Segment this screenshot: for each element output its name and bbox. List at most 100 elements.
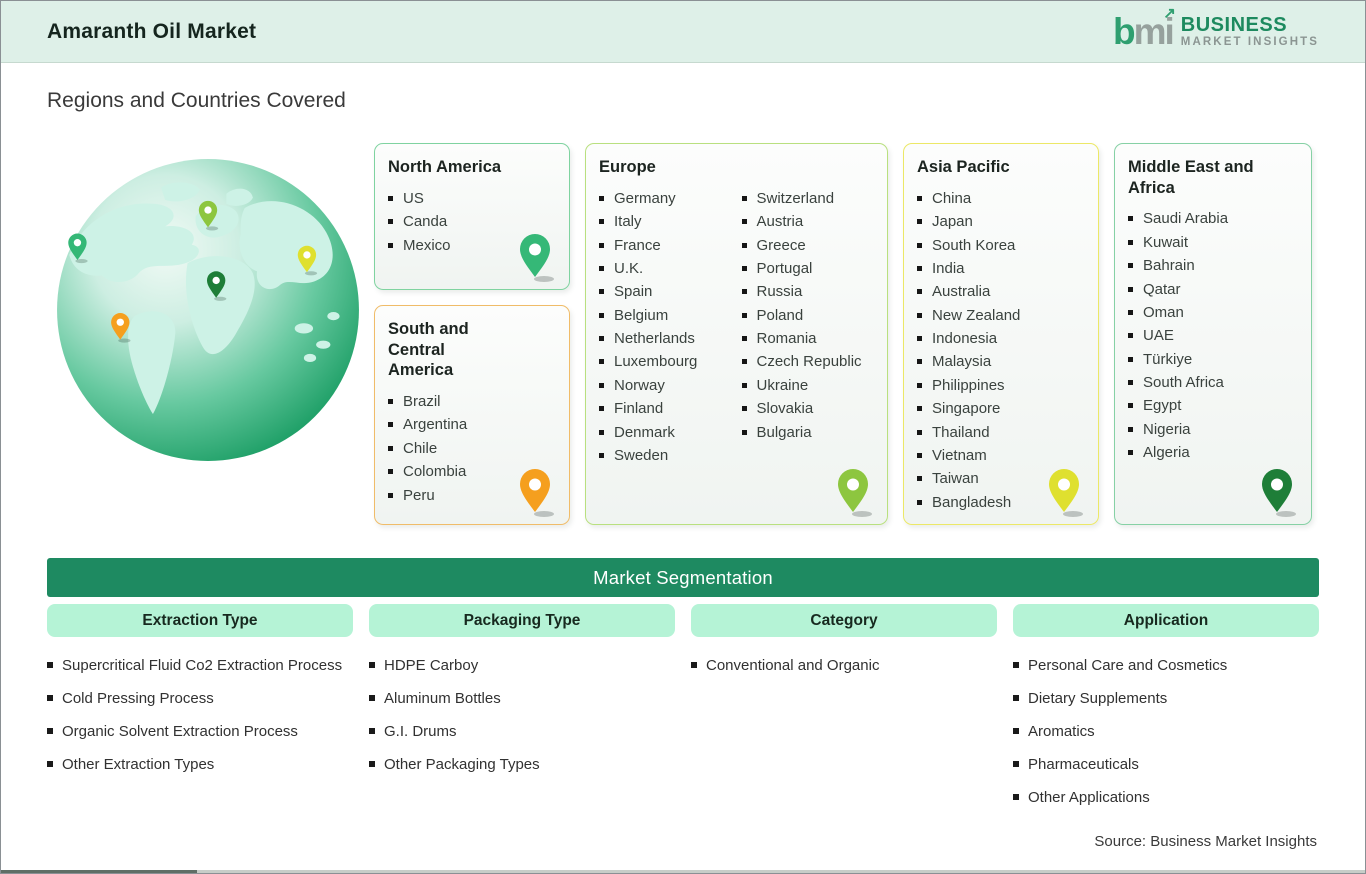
square-bullet-icon	[599, 242, 604, 248]
segment-item: Dietary Supplements	[1013, 687, 1319, 711]
square-bullet-icon	[741, 312, 747, 318]
country-item: Finland	[599, 397, 732, 420]
regions-panel: North America US Canda Mexico South and Ce…	[47, 143, 1319, 525]
segment-list-extraction-type: Supercritical Fluid Co2 Extraction Proce…	[47, 654, 353, 786]
square-bullet-icon	[599, 312, 604, 318]
square-bullet-icon	[369, 695, 375, 701]
country-item: Luxembourg	[599, 350, 732, 373]
logo-letter-b: b	[1113, 11, 1136, 52]
country-label: Spain	[614, 283, 653, 301]
square-bullet-icon	[1013, 728, 1019, 734]
country-label: Slovakia	[756, 400, 814, 418]
segment-item: Conventional and Organic	[691, 654, 997, 678]
country-item: Indonesia	[917, 327, 1085, 350]
square-bullet-icon	[599, 195, 604, 201]
country-label: Mexico	[403, 236, 451, 254]
square-bullet-icon	[599, 359, 604, 365]
country-label: Malaysia	[932, 353, 992, 371]
country-item: South Korea	[917, 233, 1085, 256]
segment-list-application: Personal Care and Cosmetics Dietary Suppl…	[1013, 654, 1319, 819]
country-label: Bulgaria	[756, 423, 812, 441]
region-title: Europe	[599, 158, 656, 176]
country-label: Belgium	[614, 306, 669, 324]
infographic-page: Amaranth Oil Market bmi ↗ BUSINESS MARKET…	[0, 0, 1366, 874]
segment-item: Other Extraction Types	[47, 753, 353, 777]
square-bullet-icon	[917, 289, 922, 295]
square-bullet-icon	[369, 728, 375, 734]
square-bullet-icon	[1128, 356, 1133, 362]
square-bullet-icon	[599, 452, 604, 458]
country-item: U.K.	[599, 257, 732, 280]
region-card-asia-pacific: Asia Pacific China Japan South Korea India A…	[903, 143, 1099, 525]
country-label: Canda	[403, 213, 448, 231]
square-bullet-icon	[917, 242, 922, 248]
square-bullet-icon	[388, 242, 393, 248]
country-label: UAE	[1143, 327, 1174, 345]
country-item: Kuwait	[1128, 231, 1298, 254]
segment-item: HDPE Carboy	[369, 654, 675, 678]
square-bullet-icon	[599, 289, 604, 295]
logo-line2: MARKET INSIGHTS	[1180, 35, 1319, 48]
country-item: China	[917, 187, 1085, 210]
country-item: Denmark	[599, 420, 732, 443]
country-item: Nigeria	[1128, 418, 1298, 441]
country-item: Russia	[741, 280, 875, 303]
country-item: Belgium	[599, 304, 732, 327]
square-bullet-icon	[599, 382, 604, 388]
square-bullet-icon	[741, 219, 747, 225]
segment-item: Cold Pressing Process	[47, 687, 353, 711]
country-item: India	[917, 257, 1085, 280]
square-bullet-icon	[388, 195, 393, 201]
country-item: Malaysia	[917, 350, 1085, 373]
country-label: Türkiye	[1143, 350, 1193, 368]
square-bullet-icon	[1128, 216, 1133, 222]
bottom-strip	[1, 870, 1365, 873]
region-title: North America	[388, 158, 502, 176]
square-bullet-icon	[1013, 794, 1019, 800]
square-bullet-icon	[1128, 263, 1133, 269]
country-item: Qatar	[1128, 277, 1298, 300]
square-bullet-icon	[369, 761, 375, 767]
country-label: Ukraine	[756, 376, 809, 394]
country-item: Saudi Arabia	[1128, 207, 1298, 230]
country-label: Austria	[756, 213, 804, 231]
country-label: Germany	[614, 189, 676, 207]
country-item: Brazil	[388, 390, 556, 413]
country-label: Thailand	[932, 423, 990, 441]
country-item: Philippines	[917, 374, 1085, 397]
globe-graphic	[57, 159, 359, 461]
country-label: U.K.	[614, 259, 644, 277]
country-label: Singapore	[932, 400, 1001, 418]
source-note: Source: Business Market Insights	[1094, 833, 1317, 850]
country-label: Russia	[756, 283, 803, 301]
country-item: Singapore	[917, 397, 1085, 420]
country-label: South Africa	[1143, 374, 1224, 392]
country-label: Egypt	[1143, 397, 1182, 415]
square-bullet-icon	[917, 476, 922, 482]
country-item: Thailand	[917, 420, 1085, 443]
square-bullet-icon	[917, 336, 922, 342]
country-item: Germany	[599, 187, 732, 210]
segment-list-packaging-type: HDPE Carboy Aluminum Bottles G.I. Drums Oth…	[369, 654, 675, 786]
country-label: Bangladesh	[932, 493, 1012, 511]
location-pin-icon	[520, 469, 554, 517]
segment-item: Supercritical Fluid Co2 Extraction Proce…	[47, 654, 353, 678]
square-bullet-icon	[917, 312, 922, 318]
square-bullet-icon	[917, 499, 922, 505]
square-bullet-icon	[917, 429, 922, 435]
logo-letter-m: m	[1133, 11, 1167, 52]
country-item: Italy	[599, 210, 732, 233]
logo-wordmark: BUSINESS MARKET INSIGHTS	[1180, 14, 1319, 48]
country-label: Qatar	[1143, 280, 1181, 298]
square-bullet-icon	[741, 265, 747, 271]
square-bullet-icon	[917, 406, 922, 412]
country-label: Norway	[614, 376, 665, 394]
segment-item: Aromatics	[1013, 720, 1319, 744]
square-bullet-icon	[741, 242, 747, 248]
country-label: India	[932, 259, 965, 277]
country-label: Oman	[1143, 303, 1184, 321]
square-bullet-icon	[1128, 286, 1133, 292]
country-label: Switzerland	[756, 189, 835, 207]
country-item: New Zealand	[917, 304, 1085, 327]
square-bullet-icon	[741, 382, 747, 388]
